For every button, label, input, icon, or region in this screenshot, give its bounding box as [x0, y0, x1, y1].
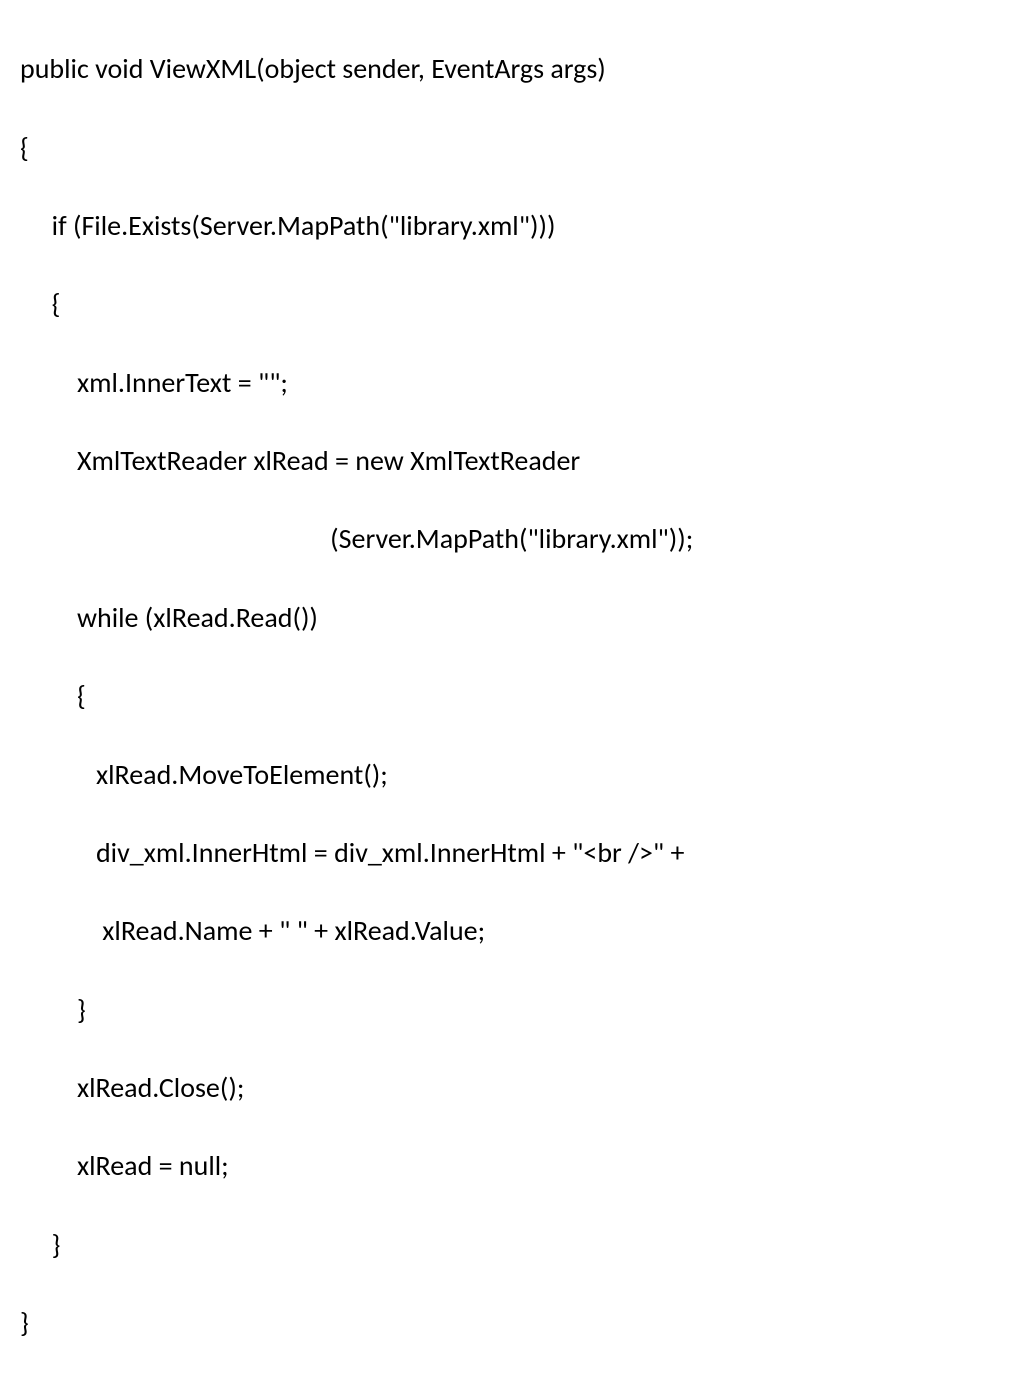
code-line: div_xml.InnerHtml = div_xml.InnerHtml + … — [20, 833, 1004, 872]
code-line: (Server.MapPath("library.xml")); — [20, 519, 1004, 558]
code-line: { — [20, 284, 1004, 323]
code-line: if (File.Exists(Server.MapPath("library.… — [20, 206, 1004, 245]
code-line: } — [20, 1303, 1004, 1342]
code-line: { — [20, 676, 1004, 715]
code-line: xlRead.Name + " " + xlRead.Value; — [20, 911, 1004, 950]
code-line: xlRead = null; — [20, 1146, 1004, 1185]
code-line: public void ViewXML(object sender, Event… — [20, 49, 1004, 88]
code-line: while (xlRead.Read()) — [20, 598, 1004, 637]
code-line: xlRead.Close(); — [20, 1068, 1004, 1107]
code-line: XmlTextReader xlRead = new XmlTextReader — [20, 441, 1004, 480]
code-line: } — [20, 1225, 1004, 1264]
code-line: xlRead.MoveToElement(); — [20, 755, 1004, 794]
code-line: xml.InnerText = ""; — [20, 363, 1004, 402]
code-line: } — [20, 990, 1004, 1029]
code-line: { — [20, 128, 1004, 167]
code-snippet: public void ViewXML(object sender, Event… — [0, 0, 1024, 1392]
